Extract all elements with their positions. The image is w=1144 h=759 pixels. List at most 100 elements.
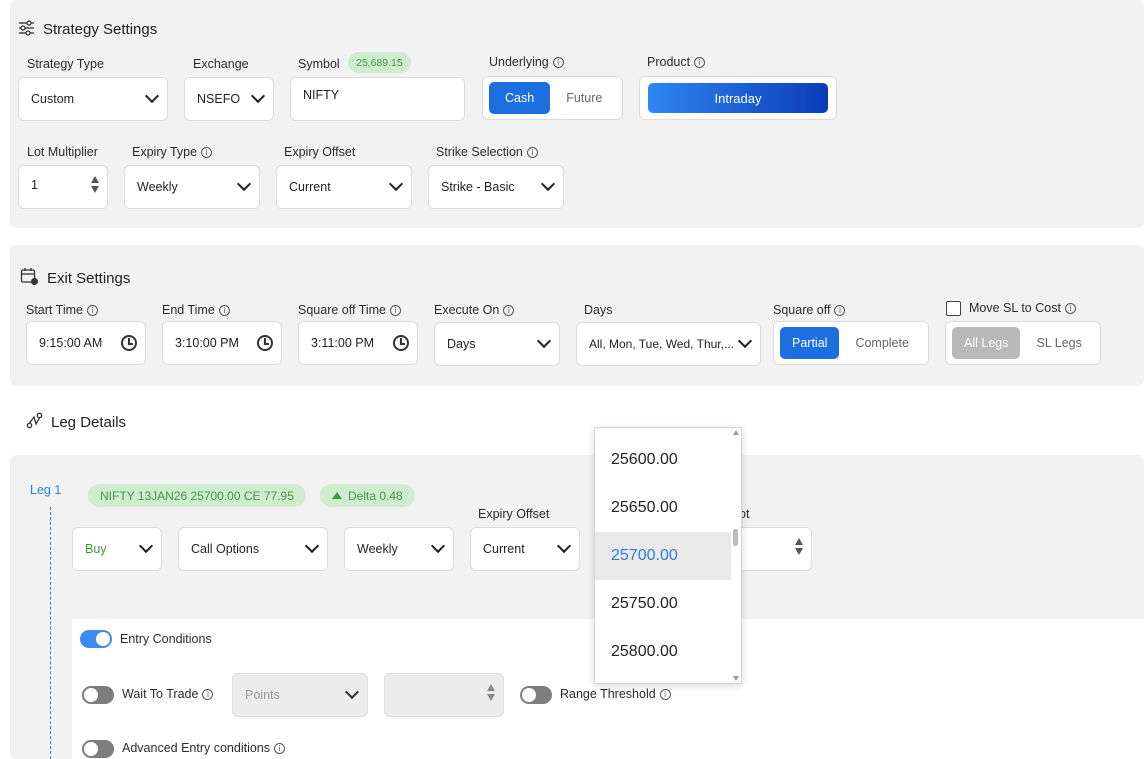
leg-side-value: Buy [85, 542, 107, 556]
chevron-down-icon [144, 88, 160, 104]
route-icon [26, 412, 43, 433]
square-off-time-input[interactable]: 3:11:00 PM [298, 321, 418, 365]
end-time-input[interactable]: 3:10:00 PM [162, 321, 282, 365]
square-off-option-partial[interactable]: Partial [780, 327, 840, 359]
move-sl-to-cost-label: Move SL to Cost i [969, 301, 1076, 315]
chevron-down-icon [737, 333, 753, 349]
strike-option[interactable]: 25600.00 [595, 436, 733, 484]
clock-icon[interactable] [257, 335, 273, 351]
chevron-down-icon [138, 538, 154, 554]
leg-side-select[interactable]: Buy [72, 527, 162, 571]
info-icon: i [202, 688, 214, 700]
leg-connector-line [50, 507, 51, 759]
leg-details-heading: Leg Details [51, 414, 127, 431]
sliders-icon [18, 19, 35, 40]
underlying-option-future[interactable]: Future [554, 82, 614, 114]
triangle-up-icon [332, 492, 342, 499]
symbol-price-badge: 25,689.15 [348, 52, 411, 73]
square-off-toggle: Partial Complete [773, 321, 929, 365]
leg-expiry-offset-select[interactable]: Current [470, 527, 580, 571]
strategy-type-select[interactable]: Custom [18, 77, 168, 121]
wait-to-trade-toggle[interactable] [82, 686, 114, 704]
strike-selection-label-text: Strike Selection [436, 145, 523, 159]
stepper-arrows-icon[interactable] [91, 176, 99, 193]
strike-option-selected[interactable]: 25700.00 [595, 532, 733, 580]
symbol-input[interactable]: NIFTY [290, 77, 465, 121]
advanced-entry-label-text: Advanced Entry conditions [122, 741, 271, 755]
lot-multiplier-value: 1 [31, 178, 38, 192]
lot-multiplier-stepper[interactable]: 1 [18, 165, 108, 209]
execute-on-label-text: Execute On [434, 303, 500, 317]
exchange-value: NSEFO [197, 92, 241, 106]
info-icon: i [274, 742, 286, 754]
calendar-clock-icon [20, 267, 39, 290]
execute-on-select[interactable]: Days [434, 322, 560, 366]
days-select[interactable]: All, Mon, Tue, Wed, Thur,... [576, 322, 761, 366]
chevron-down-icon [540, 176, 556, 192]
end-time-value: 3:10:00 PM [175, 336, 239, 350]
stepper-arrows-icon[interactable] [487, 684, 495, 701]
wait-to-trade-unit-placeholder: Points [245, 688, 280, 702]
exchange-select[interactable]: NSEFO [184, 77, 274, 121]
move-sl-option-sl-legs[interactable]: SL Legs [1024, 327, 1093, 359]
underlying-option-cash[interactable]: Cash [489, 82, 551, 114]
start-time-label-text: Start Time [26, 303, 83, 317]
underlying-label: Underlying i [489, 55, 564, 69]
info-icon: i [552, 56, 564, 68]
strike-selection-select[interactable]: Strike - Basic [428, 165, 564, 209]
clock-icon[interactable] [121, 335, 137, 351]
square-off-label: Square off i [773, 303, 846, 317]
delta-chip: Delta 0.48 [320, 484, 415, 507]
expiry-offset-value: Current [289, 180, 331, 194]
execute-on-label: Execute On i [434, 303, 515, 317]
product-intraday-button[interactable]: Intraday [648, 83, 828, 113]
scroll-thumb[interactable] [733, 529, 738, 546]
strike-option[interactable]: 25650.00 [595, 484, 733, 532]
strike-dropdown-menu: 25600.00 25650.00 25700.00 25750.00 2580… [594, 427, 742, 684]
strike-option[interactable]: 25750.00 [595, 580, 733, 628]
advanced-entry-toggle[interactable] [82, 740, 114, 758]
dropdown-scrollbar[interactable] [731, 428, 741, 683]
end-time-label: End Time i [162, 303, 230, 317]
leg-label: Leg 1 [30, 483, 62, 497]
start-time-input[interactable]: 9:15:00 AM [26, 321, 146, 365]
start-time-label: Start Time i [26, 303, 98, 317]
leg-expiry-select[interactable]: Weekly [344, 527, 454, 571]
chevron-down-icon [304, 538, 320, 554]
range-threshold-label: Range Threshold i [560, 687, 671, 701]
chevron-down-icon [344, 684, 360, 700]
strike-selection-label: Strike Selection i [436, 145, 538, 159]
product-label: Product i [647, 55, 706, 69]
stepper-arrows-icon[interactable] [795, 538, 803, 555]
delta-value: Delta 0.48 [348, 488, 403, 503]
underlying-label-text: Underlying [489, 55, 549, 69]
scroll-up-arrow-icon[interactable] [733, 430, 739, 435]
option-type-select[interactable]: Call Options [178, 527, 328, 571]
start-time-value: 9:15:00 AM [39, 336, 103, 350]
strike-option[interactable]: 25800.00 [595, 628, 733, 676]
leg-expiry-value: Weekly [357, 542, 398, 556]
wait-to-trade-value-stepper[interactable] [384, 673, 504, 717]
entry-conditions-toggle[interactable] [80, 630, 112, 648]
symbol-label: Symbol [298, 57, 340, 71]
lot-multiplier-label: Lot Multiplier [27, 145, 98, 159]
expiry-offset-select[interactable]: Current [276, 165, 412, 209]
square-off-time-label: Square off Time i [298, 303, 402, 317]
strategy-type-value: Custom [31, 92, 75, 106]
range-threshold-toggle[interactable] [520, 686, 552, 704]
info-icon: i [1064, 302, 1076, 314]
chevron-down-icon [250, 88, 266, 104]
info-icon: i [659, 688, 671, 700]
move-sl-to-cost-checkbox[interactable] [946, 301, 961, 316]
move-sl-option-all-legs[interactable]: All Legs [952, 327, 1021, 359]
scroll-down-arrow-icon[interactable] [733, 676, 739, 681]
underlying-toggle: Cash Future [482, 76, 623, 120]
wait-to-trade-unit-select[interactable]: Points [232, 673, 368, 717]
clock-icon[interactable] [393, 335, 409, 351]
expiry-type-select[interactable]: Weekly [124, 165, 260, 209]
expiry-type-label: Expiry Type i [132, 145, 213, 159]
info-icon: i [201, 146, 213, 158]
range-threshold-label-text: Range Threshold [560, 687, 656, 701]
square-off-option-complete[interactable]: Complete [843, 327, 921, 359]
move-sl-legs-toggle: All Legs SL Legs [945, 321, 1101, 365]
